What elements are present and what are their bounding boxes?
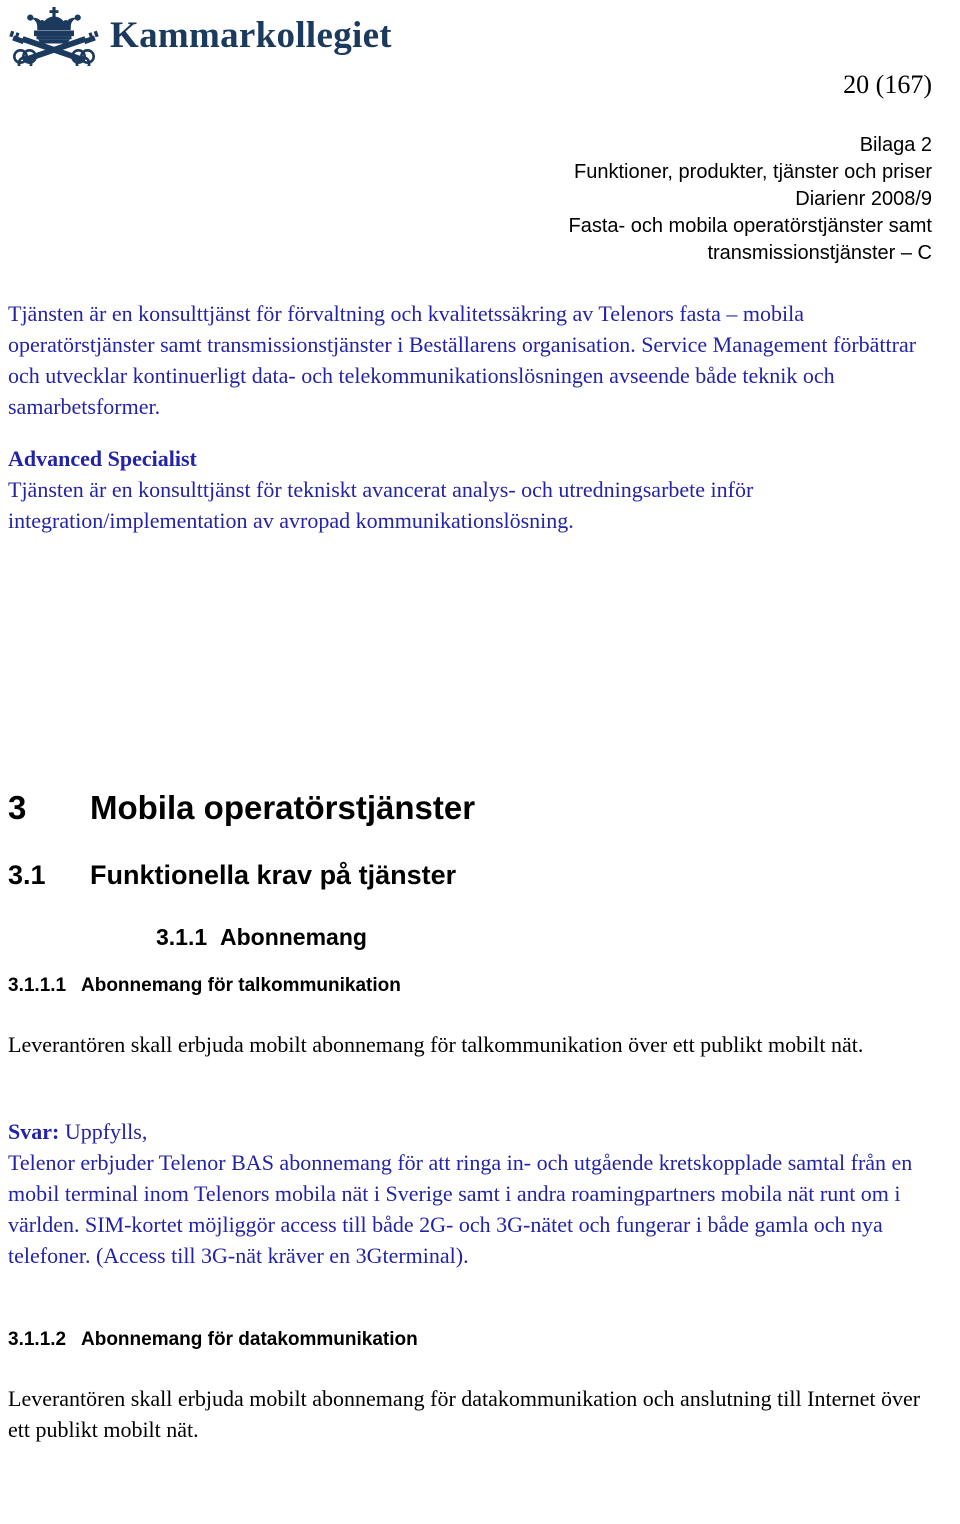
heading-3-1-1-2-title: Abonnemang för datakommunikation: [81, 1329, 418, 1350]
heading-3-1-number: 3.1: [8, 860, 46, 890]
document-page: Kammarkollegiet 20 (167) Bilaga 2 Funkti…: [0, 0, 960, 1524]
advanced-specialist-paragraph: Tjänsten är en konsulttjänst för teknisk…: [8, 477, 754, 533]
header-line-subtitle: Funktioner, produkter, tjänster och pris…: [574, 161, 932, 183]
heading-3-1-1-title: Abonnemang: [220, 924, 367, 950]
heading-3-1-1: 3.1.1 Abonnemang: [8, 922, 928, 952]
svar-line: Svar: Uppfylls,: [8, 1116, 928, 1147]
requirement-data-paragraph: Leverantören skall erbjuda mobilt abonne…: [8, 1386, 921, 1442]
svar-body-paragraph: Telenor erbjuder Telenor BAS abonnemang …: [8, 1150, 913, 1268]
advanced-specialist-heading: Advanced Specialist: [8, 446, 197, 471]
heading-3-title: Mobila operatörstjänster: [90, 789, 476, 826]
heading-3: 3 Mobila operatörstjänster: [8, 788, 928, 828]
heading-3-1-1-2-number: 3.1.1.2: [8, 1329, 67, 1350]
logo-wordmark: Kammarkollegiet: [110, 14, 392, 56]
header-line-diarienr: Diarienr 2008/9: [795, 188, 932, 210]
heading-3-1-title: Funktionella krav på tjänster: [90, 860, 457, 890]
header-line-bilaga: Bilaga 2: [859, 134, 932, 156]
svar-label: Svar:: [8, 1119, 60, 1144]
heading-3-number: 3: [8, 789, 27, 826]
requirement-tal-paragraph: Leverantören skall erbjuda mobilt abonne…: [8, 1032, 864, 1057]
heading-3-1: 3.1 Funktionella krav på tjänster: [8, 858, 928, 892]
page-number: 20 (167): [843, 70, 932, 99]
heading-3-1-1-1-title: Abonnemang för talkommunikation: [81, 975, 401, 996]
document-header-block: Bilaga 2 Funktioner, produkter, tjänster…: [232, 132, 933, 267]
organization-logo: Kammarkollegiet: [8, 4, 392, 66]
header-line-services-2: transmissionstjänster – C: [707, 242, 932, 264]
heading-3-1-1-number: 3.1.1: [156, 924, 208, 950]
heading-3-1-1-1-number: 3.1.1.1: [8, 975, 67, 996]
intro-paragraph: Tjänsten är en konsulttjänst för förvalt…: [8, 301, 917, 419]
header-line-services-1: Fasta- och mobila operatörstjänster samt: [568, 215, 933, 237]
crown-and-crossed-keys-icon: [9, 7, 99, 66]
document-body: Tjänsten är en konsulttjänst för förvalt…: [8, 298, 928, 1445]
heading-3-1-1-2: 3.1.1.2 Abonnemang för datakommunikation: [8, 1327, 928, 1353]
svar-value: Uppfylls,: [59, 1119, 148, 1144]
heading-3-1-1-1: 3.1.1.1 Abonnemang för talkommunikation: [8, 973, 928, 999]
